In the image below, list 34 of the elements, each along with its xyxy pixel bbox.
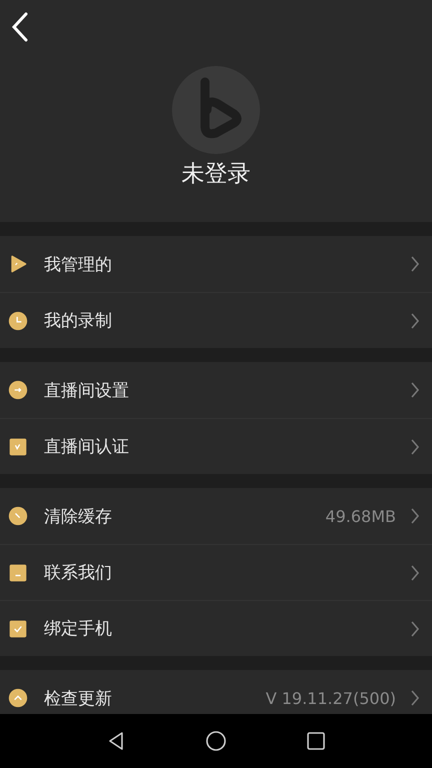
menu-label: 绑定手机 (44, 618, 112, 640)
chevron-icon (410, 438, 420, 456)
chevron-icon (410, 564, 420, 582)
minus-icon (8, 562, 28, 582)
menu-value: 49.68MB (325, 506, 396, 526)
chevron-icon (410, 507, 420, 525)
back-icon[interactable] (10, 12, 30, 42)
home-icon[interactable] (205, 730, 227, 752)
menu-item[interactable]: 检查更新 V 19.11.27(500) (0, 670, 432, 714)
chevron-icon (410, 312, 420, 330)
check-icon (8, 618, 28, 638)
chevron-icon (410, 620, 420, 638)
menu-label: 我管理的 (44, 254, 112, 276)
recents-icon[interactable] (305, 730, 327, 752)
menu-label: 检查更新 (44, 688, 112, 710)
menu-item[interactable]: 联系我们 (0, 544, 432, 600)
chevron-icon (410, 255, 420, 273)
chevron-icon (410, 381, 420, 399)
check-icon (8, 436, 28, 456)
menu-label: 清除缓存 (44, 506, 112, 528)
menu-item[interactable]: 我的录制 (0, 292, 432, 348)
menu-item[interactable]: 我管理的 (0, 236, 432, 292)
menu-item[interactable]: 直播间设置 (0, 362, 432, 418)
menu-label: 联系我们 (44, 562, 112, 584)
chevron-icon (410, 689, 420, 707)
menu-label: 我的录制 (44, 310, 112, 332)
menu-item[interactable]: 清除缓存 49.68MB (0, 488, 432, 544)
menu-item[interactable]: 绑定手机 (0, 600, 432, 656)
logo-icon (172, 66, 260, 154)
login-status: 未登录 (182, 160, 250, 189)
menu-label: 直播间设置 (44, 380, 129, 402)
menu-item[interactable]: 直播间认证 (0, 418, 432, 474)
menu-value: V 19.11.27(500) (266, 688, 396, 708)
menu-label: 直播间认证 (44, 436, 129, 458)
